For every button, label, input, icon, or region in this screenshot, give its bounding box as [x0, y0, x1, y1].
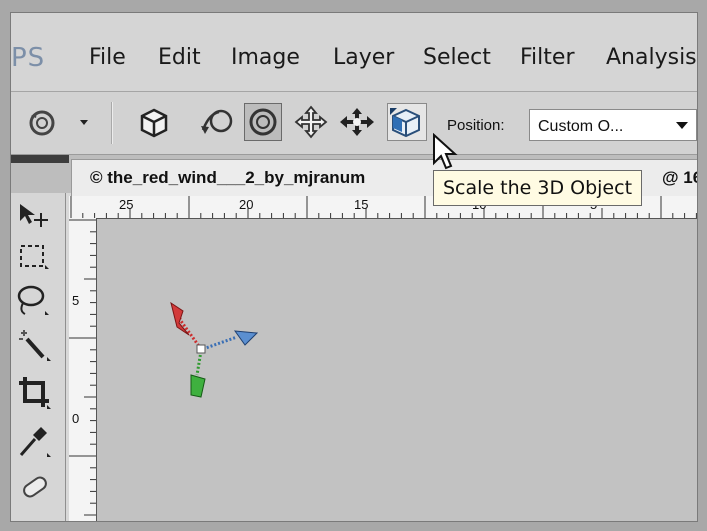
position-label: Position: — [447, 117, 505, 134]
3d-axis-center[interactable] — [196, 344, 206, 354]
tooltip: Scale the 3D Object — [433, 170, 643, 206]
mouse-cursor-icon — [433, 133, 458, 170]
3d-axis-z[interactable] — [202, 330, 259, 351]
eyedropper-tool-icon[interactable] — [17, 421, 53, 459]
position-dropdown[interactable]: Custom O... — [529, 109, 697, 141]
chevron-down-icon[interactable] — [79, 119, 89, 127]
ruler-label: 20 — [239, 197, 254, 212]
marquee-tool-icon[interactable] — [17, 241, 51, 273]
document-canvas[interactable] — [97, 219, 697, 521]
drag-3d-object-icon[interactable] — [294, 105, 328, 139]
rotate-3d-object-icon[interactable] — [199, 106, 237, 140]
3d-axis-x[interactable] — [170, 301, 203, 350]
roll-3d-object-icon — [249, 108, 277, 136]
canvas-edge-marker — [695, 403, 697, 513]
ruler-label: 15 — [354, 197, 369, 212]
toolbox — [11, 193, 66, 521]
scale-3d-object-button[interactable] — [387, 103, 427, 141]
toolbox-header — [11, 155, 69, 163]
crop-tool-icon[interactable] — [17, 375, 53, 411]
menu-analysis[interactable]: Analysis — [606, 45, 697, 70]
slide-3d-object-icon[interactable] — [337, 105, 377, 139]
lasso-tool-icon[interactable] — [15, 283, 51, 317]
move-tool-icon[interactable] — [17, 201, 49, 229]
rotate-preset-icon[interactable] — [27, 106, 61, 140]
3d-axis-widget[interactable] — [97, 219, 697, 521]
menu-layer[interactable]: Layer — [333, 45, 394, 70]
ruler-ticks — [69, 219, 96, 516]
ruler-label: 5 — [72, 293, 80, 308]
document-tab-title: © the_red_wind___2_by_mjranum — [90, 168, 366, 187]
photoshop-window: PS File Edit Image Layer Select Filter A… — [10, 12, 698, 522]
ruler-label: 25 — [119, 197, 134, 212]
3d-axis-y[interactable] — [190, 350, 206, 398]
magic-wand-tool-icon[interactable] — [15, 327, 53, 363]
menu-image[interactable]: Image — [231, 45, 300, 70]
app-logo: PS — [11, 43, 46, 73]
menu-edit[interactable]: Edit — [158, 45, 201, 70]
menu-bar: PS File Edit Image Layer Select Filter A… — [11, 13, 697, 92]
home-3d-object-icon[interactable] — [139, 107, 169, 139]
ruler-label: 0 — [72, 411, 80, 426]
menu-select[interactable]: Select — [423, 45, 491, 70]
chevron-down-icon — [676, 122, 688, 129]
menu-filter[interactable]: Filter — [520, 45, 574, 70]
position-value: Custom O... — [538, 118, 624, 135]
options-bar: Position: Custom O... — [11, 92, 697, 155]
vertical-ruler: 5 0 — [69, 218, 97, 521]
roll-3d-object-button[interactable] — [244, 103, 282, 141]
toolbar-separator — [111, 102, 113, 144]
menu-file[interactable]: File — [89, 45, 126, 70]
healing-brush-tool-icon[interactable] — [17, 473, 53, 503]
document-tab-zoom: @ 16 — [662, 168, 697, 187]
scale-3d-object-icon — [390, 108, 420, 138]
screenshot-frame: PS File Edit Image Layer Select Filter A… — [0, 0, 707, 531]
